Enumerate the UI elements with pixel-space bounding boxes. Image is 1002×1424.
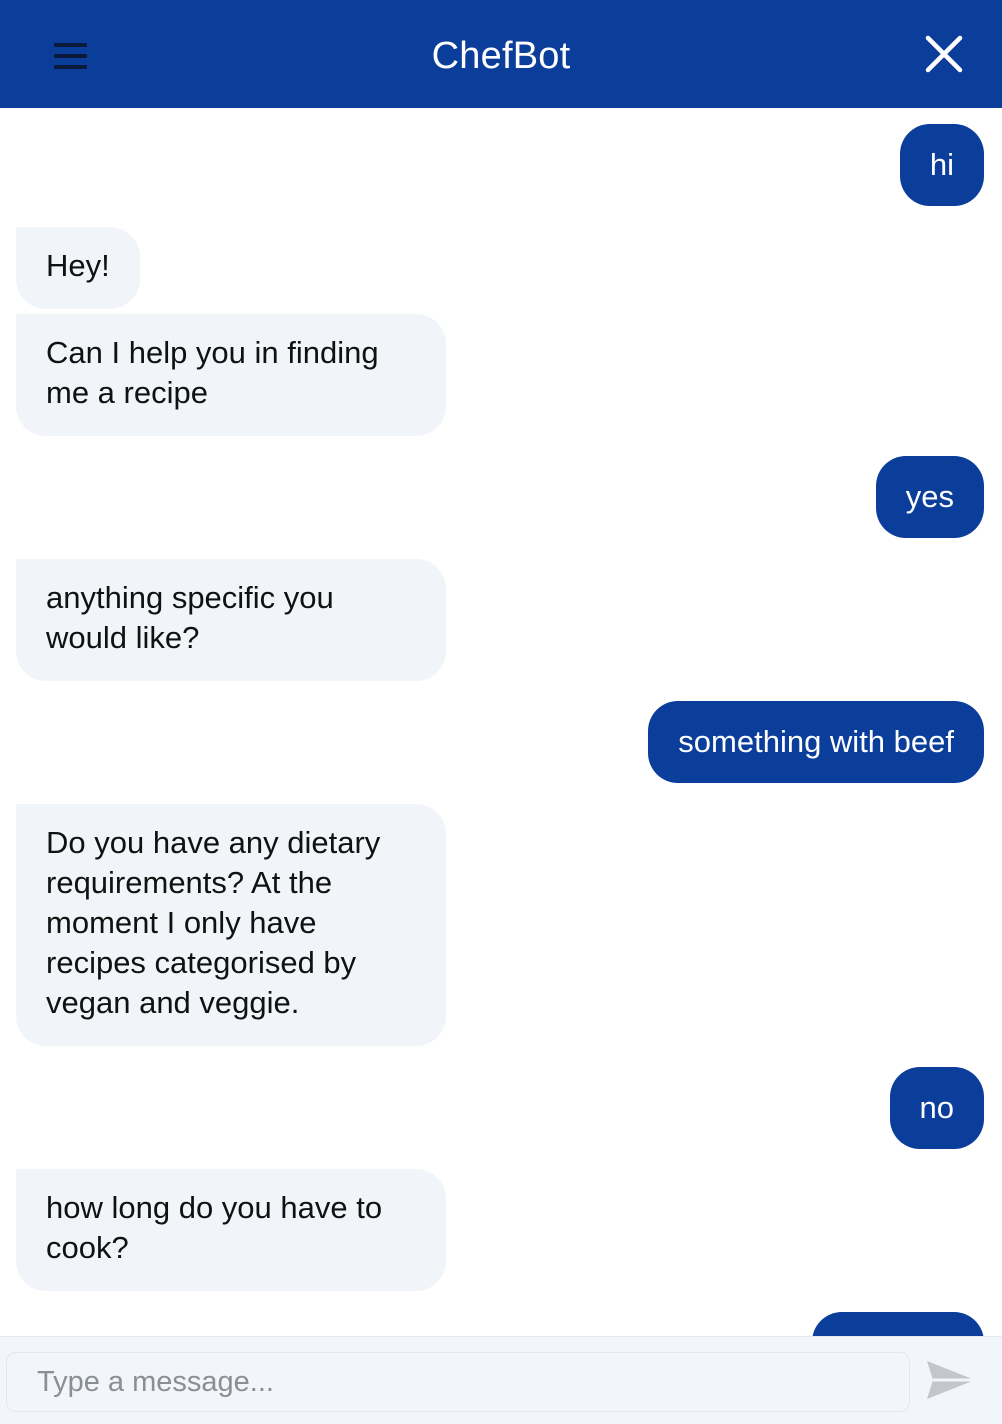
user-message-partial — [812, 1312, 984, 1336]
chat-title: ChefBot — [431, 35, 571, 77]
user-message: no — [889, 1067, 984, 1149]
chat-header: ChefBot — [0, 0, 1002, 108]
user-message: yes — [875, 456, 984, 538]
bot-message: Can I help you in finding me a recipe — [16, 314, 446, 436]
bot-message: Hey! — [16, 227, 140, 309]
send-icon[interactable] — [924, 1357, 978, 1403]
send-icon-glyph — [927, 1361, 975, 1399]
close-icon[interactable] — [922, 32, 966, 76]
close-icon-glyph — [925, 35, 963, 73]
chat-window: ChefBot hi Hey! Can I help you in findin… — [0, 0, 1002, 1424]
bot-message: anything specific you would like? — [16, 559, 446, 681]
message-input[interactable] — [6, 1352, 910, 1412]
bot-message: Do you have any dietary requirements? At… — [16, 804, 446, 1046]
user-message: hi — [899, 124, 984, 206]
message-composer — [0, 1336, 1002, 1424]
message-list[interactable]: hi Hey! Can I help you in finding me a r… — [0, 108, 1002, 1336]
bot-message: how long do you have to cook? — [16, 1169, 446, 1291]
user-message: something with beef — [648, 701, 984, 783]
